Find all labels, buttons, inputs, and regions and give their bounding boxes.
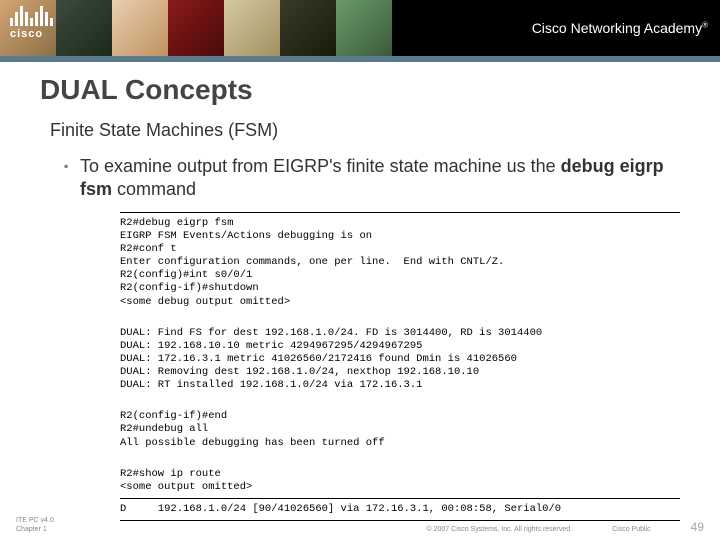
cisco-bars-icon	[10, 6, 53, 26]
cisco-logo: cisco	[10, 6, 53, 40]
terminal-block-5: D 192.168.1.0/24 [90/41026560] via 172.1…	[120, 503, 680, 516]
footer-chapter: Chapter 1	[16, 526, 54, 534]
bullet-text-tail: command	[112, 179, 196, 199]
terminal-block-2: DUAL: Find FS for dest 192.168.1.0/24. F…	[120, 327, 680, 393]
trademark-icon: ®	[702, 20, 708, 29]
header-photo-strip	[0, 0, 392, 56]
terminal-block-3: R2(config-if)#end R2#undebug all All pos…	[120, 410, 680, 449]
academy-text: Cisco Networking Academy	[532, 20, 702, 36]
terminal-output: R2#debug eigrp fsm EIGRP FSM Events/Acti…	[120, 212, 680, 521]
slide-content: DUAL Concepts Finite State Machines (FSM…	[0, 62, 720, 521]
terminal-block-1: R2#debug eigrp fsm EIGRP FSM Events/Acti…	[120, 217, 680, 309]
page-number: 49	[691, 520, 704, 534]
slide-header: cisco Cisco Networking Academy®	[0, 0, 720, 56]
footer-left: ITE PC v4.0 Chapter 1	[16, 517, 54, 534]
slide-subtitle: Finite State Machines (FSM)	[50, 120, 680, 141]
bullet-item: To examine output from EIGRP's finite st…	[64, 155, 680, 202]
footer-course: ITE PC v4.0	[16, 517, 54, 525]
cisco-logo-text: cisco	[10, 28, 53, 40]
slide-title: DUAL Concepts	[40, 74, 680, 106]
slide-footer: ITE PC v4.0 Chapter 1 © 2007 Cisco Syste…	[0, 517, 720, 534]
academy-label: Cisco Networking Academy®	[532, 20, 708, 36]
footer-classification: Cisco Public	[612, 526, 651, 533]
footer-right: © 2007 Cisco Systems, Inc. All rights re…	[427, 520, 704, 534]
bullet-text-lead: To examine output from EIGRP's finite st…	[80, 156, 561, 176]
terminal-block-4: R2#show ip route <some output omitted>	[120, 468, 680, 494]
footer-copyright: © 2007 Cisco Systems, Inc. All rights re…	[427, 526, 573, 533]
